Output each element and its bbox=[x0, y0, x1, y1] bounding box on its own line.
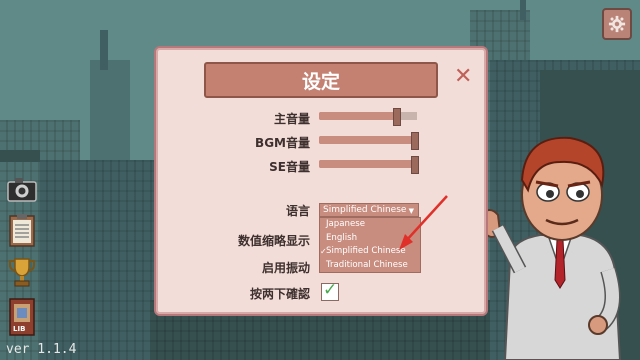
businessman-character bbox=[480, 136, 622, 360]
library-label: LIB bbox=[13, 325, 26, 333]
slider-knob[interactable] bbox=[411, 132, 419, 150]
gear-icon bbox=[608, 15, 626, 33]
slider-fill bbox=[319, 112, 398, 120]
language-selected-value: Simplified Chinese bbox=[323, 205, 407, 215]
bgm-volume-label: BGM音量 bbox=[255, 136, 310, 150]
checkmark-icon: ✓ bbox=[323, 280, 338, 300]
trophy-icon bbox=[9, 258, 35, 287]
slider-fill bbox=[319, 136, 417, 144]
version-label: ver 1.1.4 bbox=[6, 342, 77, 357]
settings-button[interactable] bbox=[602, 8, 632, 40]
dialog-title: 设定 bbox=[204, 62, 438, 98]
slider-knob[interactable] bbox=[411, 156, 419, 174]
se-volume-slider[interactable] bbox=[319, 156, 419, 174]
number-abbrev-label: 数值缩略显示 bbox=[237, 234, 310, 248]
master-volume-label: 主音量 bbox=[273, 112, 310, 126]
camera-icon bbox=[7, 178, 37, 202]
clipboard-button[interactable] bbox=[6, 214, 38, 247]
language-label: 语言 bbox=[285, 204, 310, 218]
confirm-on-press-checkbox[interactable]: ✓ bbox=[321, 280, 339, 301]
camera-button[interactable] bbox=[6, 174, 38, 206]
slider-knob[interactable] bbox=[393, 108, 401, 126]
trophy-button[interactable] bbox=[6, 256, 38, 288]
close-button[interactable]: ✕ bbox=[454, 66, 472, 88]
vibration-label: 启用振动 bbox=[261, 261, 310, 275]
slider-fill bbox=[319, 160, 417, 168]
annotation-arrow-icon bbox=[399, 195, 448, 250]
clipboard-icon bbox=[9, 214, 35, 247]
master-volume-slider[interactable] bbox=[319, 108, 417, 126]
settings-dialog: 设定 ✕ 主音量 BGM音量 SE音量 语言 Simplified Chines… bbox=[154, 46, 488, 316]
close-icon: ✕ bbox=[454, 64, 473, 89]
bgm-volume-slider[interactable] bbox=[319, 132, 419, 150]
library-button[interactable]: LIB bbox=[6, 298, 38, 336]
confirm-on-press-label: 按两下確認 bbox=[249, 287, 310, 301]
check-icon: ✓ bbox=[320, 247, 327, 256]
se-volume-label: SE音量 bbox=[269, 160, 310, 174]
language-option-traditional-chinese[interactable]: Traditional Chinese bbox=[320, 259, 420, 273]
